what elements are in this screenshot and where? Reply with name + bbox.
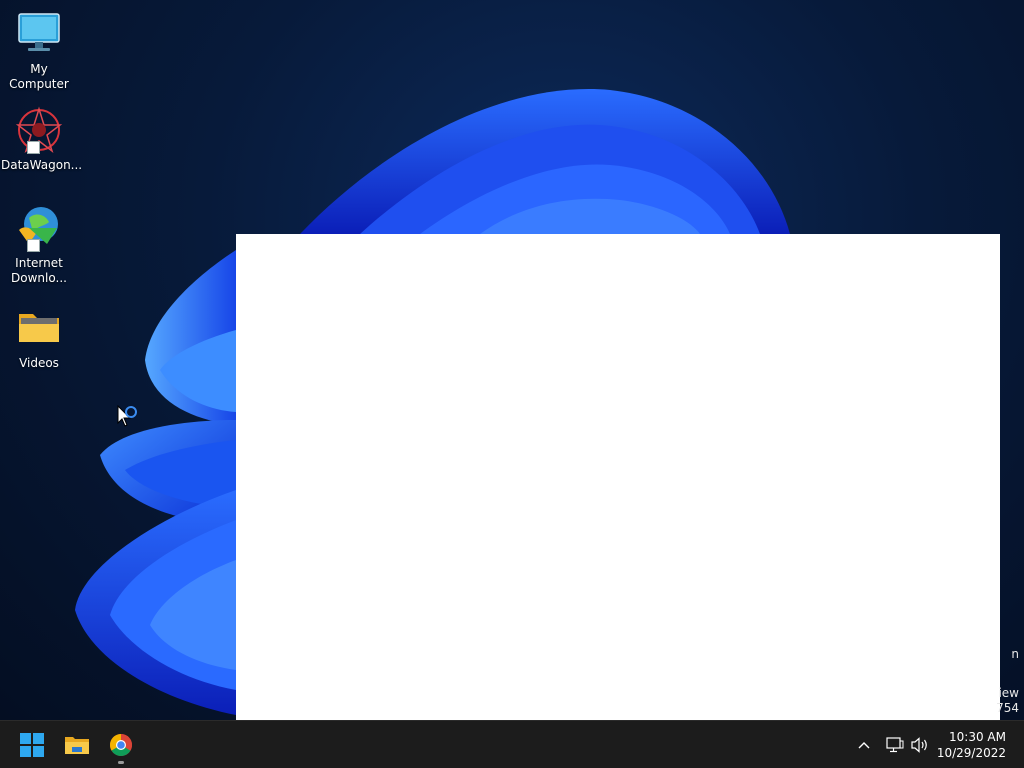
shortcut-arrow-icon bbox=[27, 239, 40, 252]
desktop-icon-label: My Computer bbox=[9, 62, 69, 91]
desktop-icon-internet-download-manager[interactable]: Internet Downlo... bbox=[1, 204, 77, 286]
show-hidden-icons-button[interactable] bbox=[852, 721, 876, 768]
clock-time: 10:30 AM bbox=[949, 730, 1006, 744]
chevron-up-icon bbox=[858, 741, 870, 748]
start-button[interactable] bbox=[12, 721, 52, 768]
watermark-line-3: 754 bbox=[996, 701, 1019, 715]
folder-icon bbox=[65, 736, 89, 754]
shortcut-arrow-icon bbox=[27, 141, 40, 154]
chrome-icon bbox=[110, 733, 132, 756]
folder-icon bbox=[15, 304, 63, 352]
volume-icon bbox=[911, 736, 927, 753]
desktop[interactable]: My Computer DataWagon... Internet Downlo… bbox=[0, 0, 1024, 720]
running-indicator bbox=[118, 761, 124, 764]
datawagon-icon bbox=[15, 106, 63, 154]
chrome-button[interactable] bbox=[101, 721, 141, 768]
network-icon bbox=[886, 736, 904, 752]
taskbar: 10:30 AM 10/29/2022 bbox=[0, 720, 1024, 768]
internet-download-manager-icon bbox=[15, 204, 63, 252]
volume-button[interactable] bbox=[908, 721, 932, 768]
mouse-cursor-busy-icon bbox=[117, 405, 137, 427]
desktop-icon-label: Videos bbox=[19, 356, 59, 370]
desktop-icon-label: DataWagon... bbox=[1, 158, 83, 172]
clock-date: 10/29/2022 bbox=[936, 746, 1006, 760]
network-button[interactable] bbox=[884, 721, 906, 768]
desktop-icon-videos[interactable]: Videos bbox=[1, 304, 77, 371]
desktop-icon-my-computer[interactable]: My Computer bbox=[1, 10, 77, 92]
desktop-icon-datawagon[interactable]: DataWagon... bbox=[1, 106, 83, 173]
desktop-icon-label: Internet Downlo... bbox=[11, 256, 67, 285]
file-explorer-button[interactable] bbox=[57, 721, 97, 768]
watermark-line-1: n bbox=[1011, 647, 1019, 661]
windows-logo-icon bbox=[20, 732, 44, 757]
clock[interactable]: 10:30 AM 10/29/2022 bbox=[937, 729, 1006, 761]
watermark-line-2: iew bbox=[998, 686, 1019, 700]
monitor-icon bbox=[15, 10, 63, 58]
blank-window[interactable] bbox=[236, 234, 1000, 720]
